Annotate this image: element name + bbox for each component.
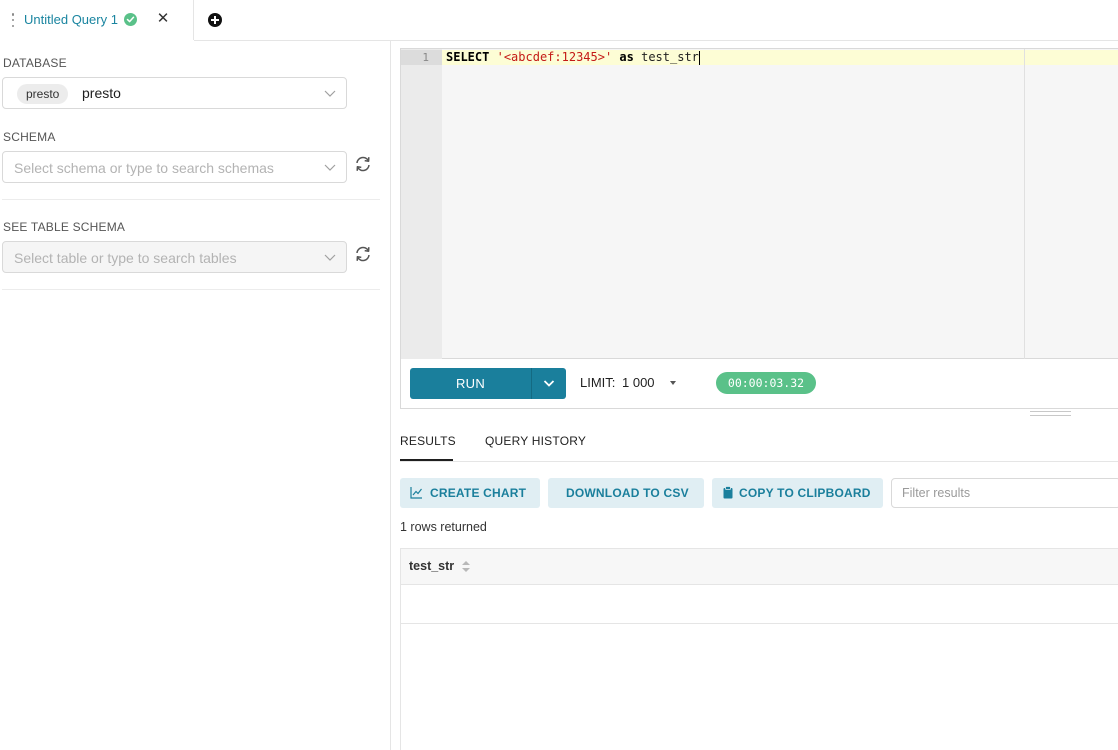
results-table: test_str: [400, 548, 1118, 750]
create-chart-label: CREATE CHART: [430, 486, 527, 500]
query-timer: 00:00:03.32: [716, 372, 816, 394]
table-header: test_str: [401, 548, 1118, 585]
table-placeholder: Select table or type to search tables: [14, 250, 237, 266]
success-check-icon: [124, 13, 137, 26]
refresh-schema-icon[interactable]: [354, 155, 372, 173]
download-csv-label: DOWNLOAD TO CSV: [566, 486, 689, 500]
limit-dropdown-icon[interactable]: [670, 381, 676, 385]
schema-placeholder: Select schema or type to search schemas: [14, 160, 274, 176]
print-margin: [1024, 49, 1025, 359]
rows-returned-count: 1 rows returned: [400, 520, 487, 534]
add-tab-icon[interactable]: [208, 13, 222, 27]
tab-results[interactable]: RESULTS: [400, 434, 456, 448]
run-button[interactable]: RUN: [410, 368, 531, 399]
table-row: [401, 585, 1118, 624]
left-panel: DATABASE presto presto SCHEMA Select sch…: [0, 41, 391, 750]
database-chip: presto: [17, 84, 69, 104]
chevron-down-icon: [543, 380, 555, 387]
sql-string: '<abcdef:12345>': [496, 50, 613, 64]
query-tab-bar: Untitled Query 1 ✕: [0, 0, 1118, 42]
divider: [2, 199, 380, 200]
chevron-down-icon: [324, 90, 336, 97]
database-select[interactable]: presto presto: [2, 77, 347, 109]
refresh-tables-icon[interactable]: [354, 245, 372, 263]
download-csv-button[interactable]: DOWNLOAD TO CSV: [548, 478, 704, 508]
drag-dots-icon[interactable]: [11, 13, 15, 27]
table-schema-label: SEE TABLE SCHEMA: [3, 220, 126, 234]
chevron-down-icon: [324, 164, 336, 171]
run-options-button[interactable]: [531, 368, 566, 399]
filter-results-field[interactable]: [891, 478, 1118, 508]
clipboard-icon: [723, 486, 733, 499]
sql-keyword: SELECT: [446, 50, 490, 64]
sql-editor[interactable]: 1 SELECT '<abcdef:12345>' as test_str: [400, 48, 1118, 359]
query-tab[interactable]: Untitled Query 1 ✕: [0, 0, 194, 42]
tab-query-history[interactable]: QUERY HISTORY: [485, 434, 586, 448]
query-tab-title[interactable]: Untitled Query 1: [24, 12, 118, 27]
table-select[interactable]: Select table or type to search tables: [2, 241, 347, 273]
tabs-divider: [400, 461, 1118, 462]
sort-icon[interactable]: [462, 561, 470, 573]
limit-label: LIMIT:: [580, 375, 616, 390]
line-number: 1: [422, 51, 429, 64]
copy-clipboard-label: COPY TO CLIPBOARD: [739, 486, 871, 500]
sql-alias: test_str: [641, 50, 699, 64]
column-header[interactable]: test_str: [409, 559, 454, 573]
sql-code-line[interactable]: SELECT '<abcdef:12345>' as test_str: [446, 50, 700, 65]
line-chart-icon: [410, 487, 422, 499]
database-value: presto: [82, 85, 121, 101]
resize-handle[interactable]: [1030, 411, 1071, 417]
filter-results-input[interactable]: [902, 486, 1112, 500]
editor-gutter: [401, 49, 442, 359]
divider: [2, 289, 380, 290]
close-tab-icon[interactable]: ✕: [156, 11, 170, 27]
copy-clipboard-button[interactable]: COPY TO CLIPBOARD: [712, 478, 883, 508]
schema-select[interactable]: Select schema or type to search schemas: [2, 151, 347, 183]
text-cursor: [698, 50, 700, 65]
sql-keyword: as: [619, 50, 634, 64]
schema-label: SCHEMA: [3, 130, 56, 144]
create-chart-button[interactable]: CREATE CHART: [400, 478, 540, 508]
active-tab-indicator: [400, 459, 453, 461]
editor-toolbar: RUN LIMIT: 1 000 00:00:03.32: [400, 359, 1118, 409]
chevron-down-icon: [324, 254, 336, 261]
database-label: DATABASE: [3, 56, 67, 70]
limit-value[interactable]: 1 000: [622, 375, 655, 390]
